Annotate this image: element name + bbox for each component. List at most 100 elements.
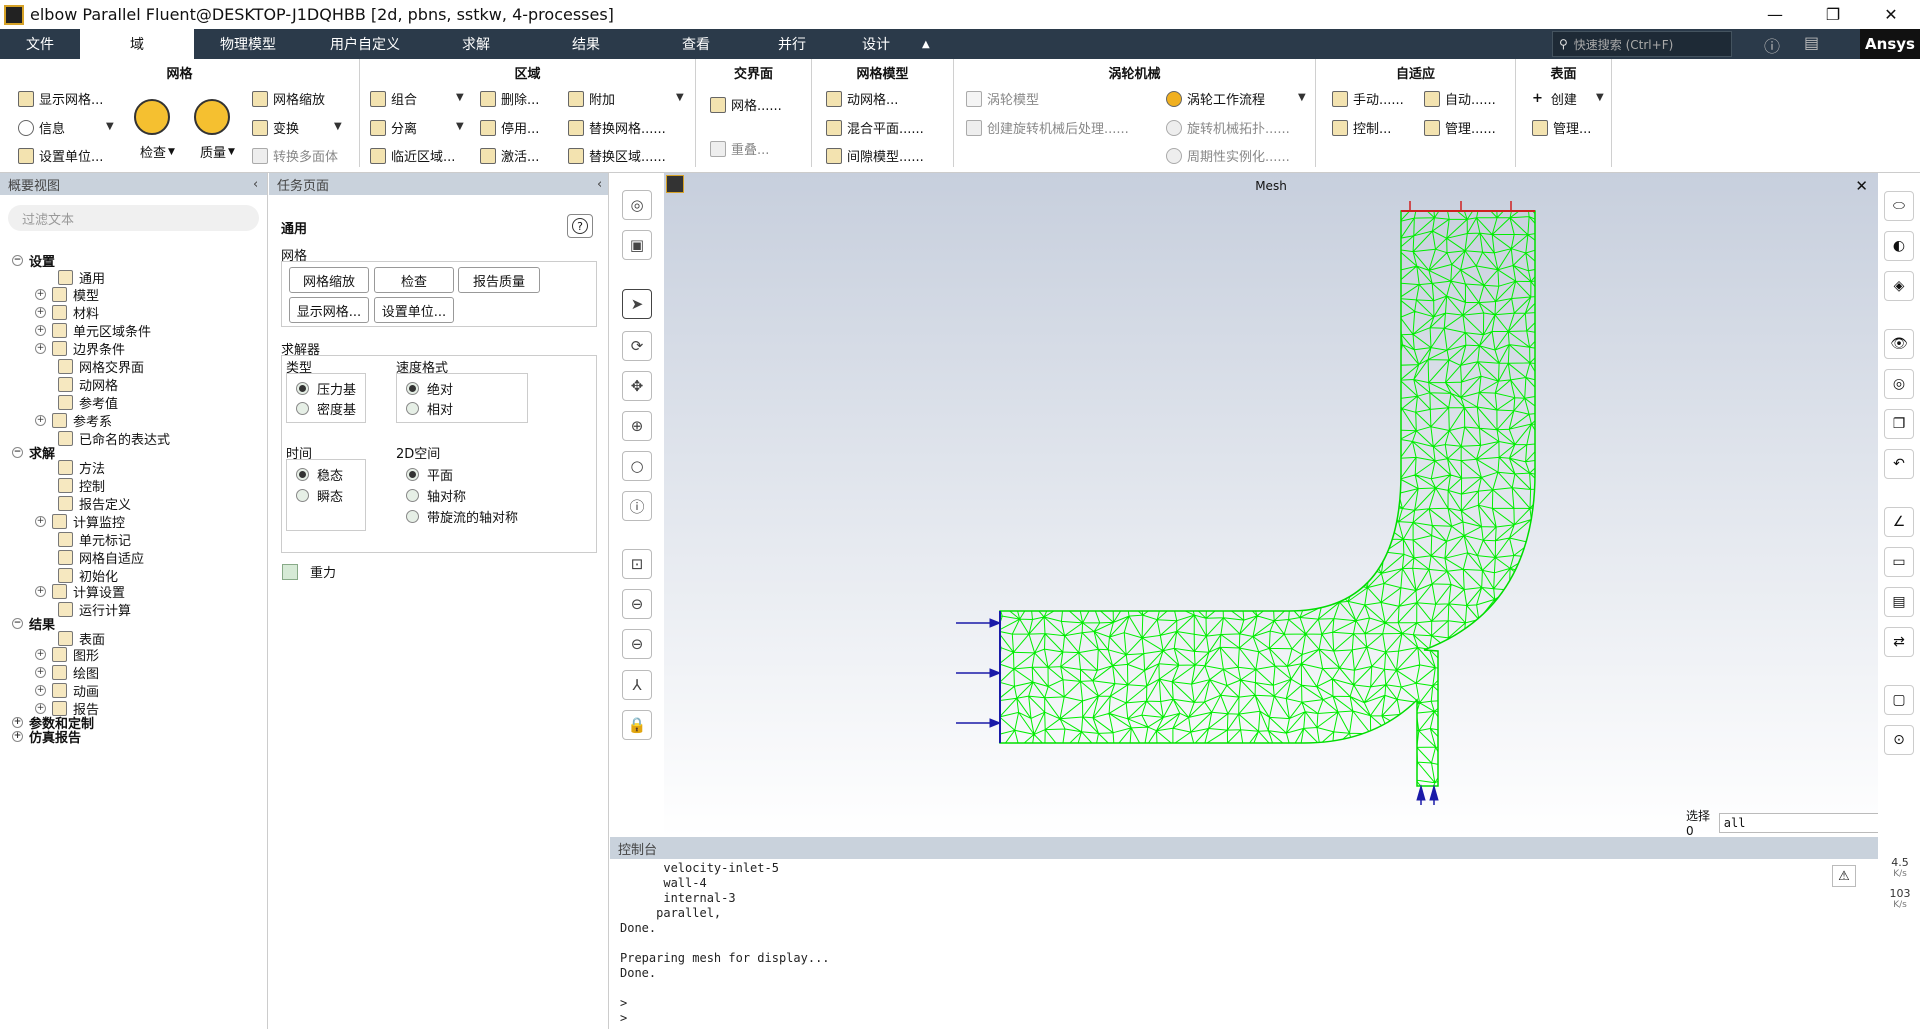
view-side-icon[interactable]: ◐	[1884, 231, 1914, 261]
overset-button[interactable]: 重叠...	[710, 139, 769, 158]
display-mesh-task-button[interactable]: 显示网格...	[289, 297, 369, 323]
expand-icon[interactable]: +	[35, 343, 46, 354]
tree-calculation-activities[interactable]: + 计算设置	[35, 582, 125, 601]
adjacency-button[interactable]: 临近区域...	[370, 146, 455, 165]
deactivate-button[interactable]: 停用...	[480, 118, 539, 137]
gap-model-button[interactable]: 间隙模型......	[826, 146, 924, 165]
lock-icon[interactable]: 🔒	[622, 710, 652, 740]
zoom-out-icon[interactable]: ⊖	[622, 589, 652, 619]
check-icon[interactable]	[134, 99, 170, 135]
tab-domain[interactable]: 域	[80, 29, 194, 59]
minimize-button[interactable]: —	[1746, 0, 1804, 29]
set-units-task-button[interactable]: 设置单位...	[374, 297, 454, 323]
axisymmetric-radio[interactable]: 轴对称	[406, 486, 466, 505]
convert-polyhedra-button[interactable]: 转换多面体	[252, 146, 338, 165]
layers-icon[interactable]: ❐	[1884, 409, 1914, 439]
expand-icon[interactable]: +	[35, 325, 46, 336]
help-icon[interactable]: ⓘ	[1764, 33, 1780, 57]
tree-cell-zones[interactable]: + 单元区域条件	[35, 321, 151, 340]
3d-box-icon[interactable]: ▣	[622, 230, 652, 260]
filter-text-input[interactable]: 过滤文本	[8, 205, 259, 231]
tree-run-calculation[interactable]: 运行计算	[58, 600, 131, 619]
replace-zone-button[interactable]: 替换区域......	[568, 146, 666, 165]
tree-methods[interactable]: 方法	[58, 458, 105, 477]
mixing-plane-button[interactable]: 混合平面......	[826, 118, 924, 137]
expand-icon[interactable]: +	[35, 685, 46, 696]
mesh-view-icon[interactable]: ◎	[622, 190, 652, 220]
quick-search-input[interactable]: ⚲ 快速搜索 (Ctrl+F)	[1552, 31, 1732, 57]
mesh-check-task-button[interactable]: 检查	[374, 267, 454, 293]
tree-named-expressions[interactable]: 已命名的表达式	[58, 429, 170, 448]
turbo-workflow-button[interactable]: 涡轮工作流程	[1166, 89, 1265, 108]
combine-dropdown-icon[interactable]: ▼	[456, 92, 464, 103]
separate-button[interactable]: 分离	[370, 118, 417, 137]
collapse-panel-icon[interactable]: ‹	[597, 177, 602, 192]
check-button[interactable]: 检查 ▼	[140, 142, 175, 161]
tree-reference-values[interactable]: 参考值	[58, 393, 118, 412]
surface-manage-button[interactable]: 管理...	[1532, 118, 1591, 137]
tree-mesh-interfaces[interactable]: 网格交界面	[58, 357, 144, 376]
absolute-radio[interactable]: 绝对	[406, 379, 453, 398]
tab-solution[interactable]: 求解	[428, 29, 524, 59]
delete-zone-button[interactable]: 删除...	[480, 89, 539, 108]
documents-icon[interactable]: ▤	[1804, 33, 1819, 52]
planar-radio[interactable]: 平面	[406, 465, 453, 484]
quality-button[interactable]: 质量 ▼	[200, 142, 235, 161]
turbo-postproc-button[interactable]: 创建旋转机械后处理......	[966, 118, 1129, 137]
expand-icon[interactable]: +	[35, 516, 46, 527]
tree-monitors[interactable]: + 计算监控	[35, 512, 125, 531]
pointer-icon[interactable]: ➤	[622, 289, 652, 319]
combine-button[interactable]: 组合	[370, 89, 417, 108]
pressure-based-radio[interactable]: 压力基	[296, 379, 356, 398]
info-dropdown-icon[interactable]: ▼	[106, 121, 114, 132]
tree-graphics[interactable]: + 图形	[35, 645, 99, 664]
collapse-icon[interactable]: −	[12, 255, 23, 266]
mesh-scale-task-button[interactable]: 网格缩放	[289, 267, 369, 293]
tab-file[interactable]: 文件	[0, 29, 80, 59]
turbo-workflow-dropdown-icon[interactable]: ▼	[1298, 92, 1306, 103]
tree-report-definitions[interactable]: 报告定义	[58, 494, 131, 513]
dynamic-mesh-button[interactable]: 动网格...	[826, 89, 898, 108]
expand-icon[interactable]: +	[12, 731, 23, 742]
expand-icon[interactable]: +	[35, 586, 46, 597]
axes-plot-icon[interactable]: ∠	[1884, 507, 1914, 537]
relative-radio[interactable]: 相对	[406, 399, 453, 418]
close-button[interactable]: ✕	[1862, 0, 1920, 29]
surface-create-dropdown-icon[interactable]: ▼	[1596, 92, 1604, 103]
periodic-instancing-button[interactable]: 周期性实例化......	[1166, 146, 1290, 165]
steady-radio[interactable]: 稳态	[296, 465, 343, 484]
replace-mesh-button[interactable]: 替换网格......	[568, 118, 666, 137]
tab-parallel[interactable]: 并行	[744, 29, 840, 59]
tree-solution[interactable]: − 求解	[12, 443, 55, 462]
tree-controls[interactable]: 控制	[58, 476, 105, 495]
tree-cell-registers[interactable]: 单元标记	[58, 530, 131, 549]
tree-simulation-reports[interactable]: + 仿真报告	[12, 727, 81, 746]
mesh-edges-icon[interactable]: ◈	[1884, 271, 1914, 301]
tab-design[interactable]: 设计	[840, 29, 912, 59]
console-output[interactable]: velocity-inlet-5 wall-4 internal-3 paral…	[610, 859, 1878, 1028]
help-button[interactable]: ?	[567, 214, 593, 238]
report-quality-button[interactable]: 报告质量	[458, 267, 540, 293]
colormap-icon[interactable]: ▭	[1884, 547, 1914, 577]
density-based-radio[interactable]: 密度基	[296, 399, 356, 418]
adapt-control-button[interactable]: 控制...	[1332, 118, 1391, 137]
gravity-checkbox[interactable]: 重力	[282, 562, 336, 581]
annotations-icon[interactable]: ⇄	[1884, 627, 1914, 657]
axes-icon[interactable]: ⅄	[622, 670, 652, 700]
adapt-manual-button[interactable]: 手动......	[1332, 89, 1404, 108]
collapse-icon[interactable]: −	[12, 618, 23, 629]
separate-dropdown-icon[interactable]: ▼	[456, 121, 464, 132]
tree-animations[interactable]: + 动画	[35, 681, 99, 700]
tree-boundary-conditions[interactable]: + 边界条件	[35, 339, 125, 358]
tree-models[interactable]: + 模型	[35, 285, 99, 304]
append-button[interactable]: 附加	[568, 89, 615, 108]
mesh-scale-button[interactable]: 网格缩放	[252, 89, 325, 108]
undo-view-icon[interactable]: ↶	[1884, 449, 1914, 479]
expand-icon[interactable]: +	[35, 307, 46, 318]
fit-to-window-icon[interactable]: ⊡	[622, 549, 652, 579]
show-mesh-button[interactable]: 显示网格...	[18, 89, 103, 108]
pan-icon[interactable]: ✥	[622, 371, 652, 401]
tree-dynamic-mesh[interactable]: 动网格	[58, 375, 118, 394]
interface-mesh-button[interactable]: 网格......	[710, 95, 782, 114]
transient-radio[interactable]: 瞬态	[296, 486, 343, 505]
